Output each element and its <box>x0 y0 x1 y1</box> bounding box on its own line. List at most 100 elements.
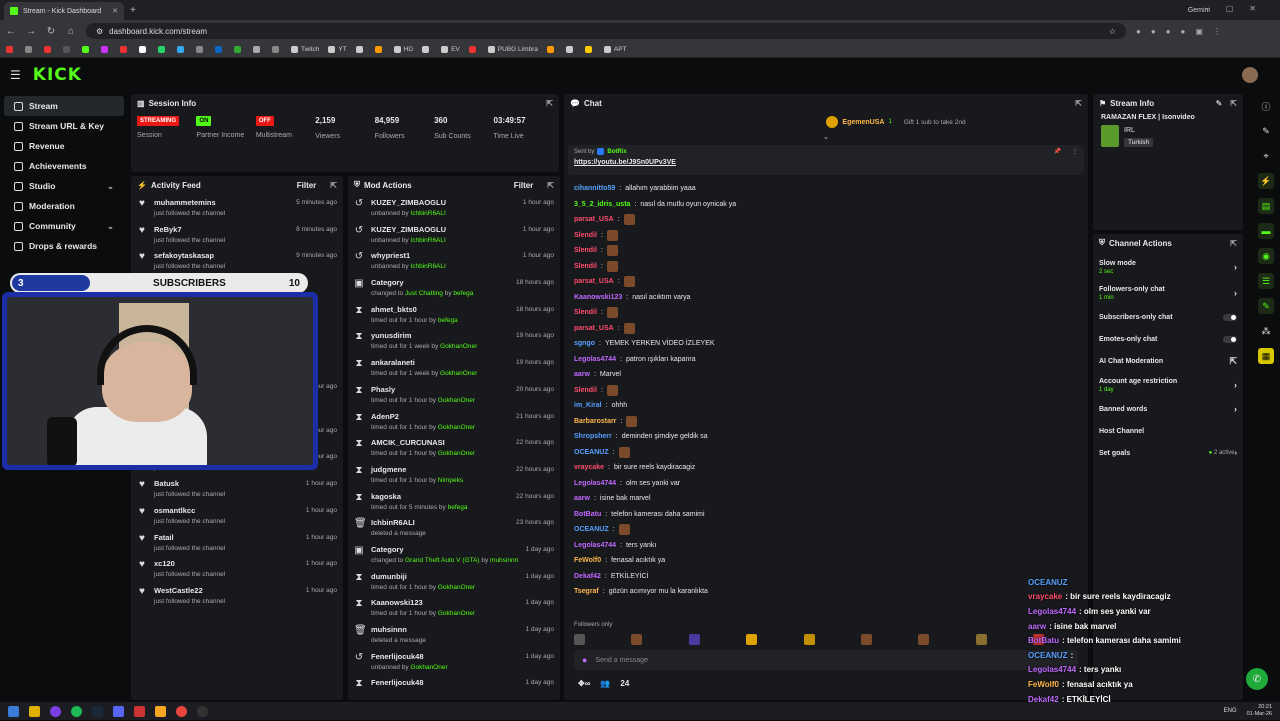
edit-icon[interactable]: ✎ <box>1216 99 1223 108</box>
list-item[interactable]: ⧗ AMCIK_CURCUNASI timed out for 1 hour by … <box>348 434 560 461</box>
chat-message[interactable]: Slendil: <box>564 243 1088 259</box>
browser-tab[interactable]: Stream - Kick Dashboard ✕ <box>4 2 124 20</box>
chevron-right-icon[interactable]: › <box>1234 262 1237 272</box>
list-item[interactable]: ⧗ yunusdirim timed out for 1 week by Gokha… <box>348 327 560 354</box>
message-input[interactable]: ● Send a message <box>574 650 1078 670</box>
channel-action-item[interactable]: Set goals ● 2 active › <box>1093 442 1243 464</box>
sidebar-item-stream[interactable]: Stream <box>4 96 124 116</box>
home-icon[interactable]: ⌂ <box>66 26 76 37</box>
list-item[interactable]: ⧗ dumunbiji timed out for 1 hour by Gokhan… <box>348 568 560 595</box>
app-icon[interactable] <box>50 705 61 717</box>
popout-icon[interactable]: ⇱ <box>1230 99 1237 108</box>
list-item[interactable]: ⧗ kagoska timed out for 5 minutes by befeg… <box>348 488 560 515</box>
filter-button[interactable]: Filter <box>514 181 534 190</box>
list-item[interactable]: ↺ KUZEY_ZIMBAOGLU unbanned by IchbinR6ALI 1… <box>348 194 560 221</box>
list-item[interactable]: ⧗ Phasly timed out for 1 hour by GokhanOne… <box>348 381 560 408</box>
list-item[interactable]: ▣ Category changed to Grand Theft Auto V (… <box>348 541 560 568</box>
grid-icon[interactable]: ▦ <box>1258 348 1274 364</box>
chat-username[interactable]: im_Kiral <box>574 402 602 409</box>
record-icon[interactable] <box>134 705 145 717</box>
bookmark-item[interactable] <box>253 46 263 53</box>
wrench-icon[interactable]: ✎ <box>1258 298 1274 314</box>
chat-username[interactable]: parsat_USA <box>574 325 614 332</box>
list-item[interactable]: ⧗ ankaralaneti timed out for 1 week by Gok… <box>348 354 560 381</box>
chat-username[interactable]: Tsegraf <box>574 588 599 595</box>
chat-message[interactable]: 3_5_2_idris_usta: nasıl da mutlu oyun oyn… <box>564 197 1088 213</box>
bookmark-item[interactable] <box>82 46 92 53</box>
language-indicator[interactable]: ENG <box>1224 708 1237 714</box>
chat-username[interactable]: sgngo <box>574 340 595 347</box>
bookmark-item[interactable] <box>272 46 282 53</box>
chat-username[interactable]: aarw <box>574 371 590 378</box>
channel-action-item[interactable]: AI Chat Moderation ⇱ <box>1093 350 1243 372</box>
list-item[interactable]: 🗑 IchbinR6ALI deleted a message 23 hours ag… <box>348 514 560 541</box>
more-icon[interactable]: ⋮ <box>1072 148 1078 155</box>
sidebar-item-revenue[interactable]: Revenue <box>4 136 124 156</box>
chat-bubble-icon[interactable]: ▬ <box>1258 223 1274 239</box>
chat-message[interactable]: OCEANUZ: <box>564 445 1088 461</box>
bookmark-item[interactable] <box>44 46 54 53</box>
chat-username[interactable]: Kaanowski123 <box>574 294 622 301</box>
bookmark-item[interactable] <box>584 46 595 53</box>
chat-username[interactable]: FeWolf0 <box>574 557 601 564</box>
close-tab-icon[interactable]: ✕ <box>112 7 118 15</box>
discord-icon[interactable] <box>113 705 124 717</box>
list-item[interactable]: ⧗ Kaanowski123 timed out for 1 hour by Gok… <box>348 594 560 621</box>
filter-button[interactable]: Filter <box>297 181 317 190</box>
list-item[interactable]: ♥ Fatail just followed the channel 1 hour a… <box>131 529 343 556</box>
bookmark-item[interactable] <box>355 46 366 53</box>
chat-username[interactable]: OCEANUZ <box>574 449 609 456</box>
chat-message[interactable]: Slendil: <box>564 383 1088 399</box>
site-info-icon[interactable]: ⚙ <box>96 27 103 36</box>
target-icon[interactable]: ⌖ <box>1258 148 1274 164</box>
bookmark-item[interactable] <box>565 46 576 53</box>
bookmark-item[interactable] <box>101 46 111 53</box>
chat-username[interactable]: 3_5_2_idris_usta <box>574 201 630 208</box>
chat-username[interactable]: aarw <box>574 495 590 502</box>
channel-action-item[interactable]: Account age restriction 1 day › <box>1093 372 1243 398</box>
obs-icon[interactable] <box>197 705 208 717</box>
popout-icon[interactable]: ⇱ <box>1075 99 1082 108</box>
chat-username[interactable]: Slendil <box>574 309 597 316</box>
bookmark-item[interactable] <box>177 46 187 53</box>
chevron-right-icon[interactable]: › <box>1235 450 1237 457</box>
bookmark-item[interactable] <box>63 46 73 53</box>
toggle-switch[interactable] <box>1223 335 1237 343</box>
spotify-icon[interactable] <box>71 705 82 717</box>
chat-username[interactable]: OCEANUZ <box>574 526 609 533</box>
bookmark-item[interactable] <box>139 46 149 53</box>
chat-message[interactable]: aarw: Marvel <box>564 367 1088 383</box>
bookmark-item[interactable] <box>6 46 16 53</box>
broadcast-icon[interactable]: ◉ <box>1258 248 1274 264</box>
chat-message[interactable]: cihannitto59: allahım yarabbim yaaa <box>564 181 1088 197</box>
info-icon[interactable]: ⓘ <box>1258 98 1274 114</box>
bookmark-item[interactable] <box>25 46 35 53</box>
chat-message[interactable]: parsat_USA: <box>564 212 1088 228</box>
list-item[interactable]: ♥ WestCastle22 just followed the channel 1 … <box>131 582 343 609</box>
sidebar-item-moderation[interactable]: Moderation <box>4 196 124 216</box>
list-item[interactable]: ⧗ judgmene timed out for 1 hour by Nimpeks… <box>348 461 560 488</box>
list-item[interactable]: ♥ Batusk just followed the channel 1 hour a… <box>131 475 343 502</box>
chat-username[interactable]: Legolas4744 <box>574 480 616 487</box>
popout-icon[interactable]: ⇱ <box>547 181 554 190</box>
emote-icon[interactable]: ● <box>582 655 587 665</box>
chat-username[interactable]: Dekaf42 <box>574 573 601 580</box>
channel-action-item[interactable]: Banned words › <box>1093 398 1243 420</box>
chat-username[interactable]: parsat_USA <box>574 278 614 285</box>
list-item[interactable]: ↺ Fenerlijocuk48 unbanned by GokhanOner 1 d… <box>348 648 560 675</box>
chat-message[interactable]: Slendil: <box>564 305 1088 321</box>
list-item[interactable]: ♥ ReByk7 just followed the channel 8 minute… <box>131 221 343 248</box>
chat-message[interactable]: FeWolf0: fenasal acıktık ya <box>564 553 1088 569</box>
chat-message[interactable]: Barbarostarr: <box>564 414 1088 430</box>
chat-username[interactable]: Slendil <box>574 387 597 394</box>
kick-logo[interactable]: KICK <box>33 65 82 85</box>
emote-strip[interactable] <box>574 634 1044 646</box>
chat-message[interactable]: parsat_USA: <box>564 274 1088 290</box>
chat-username[interactable]: vraycake <box>574 464 604 471</box>
chat-message[interactable]: aarw: isine bak marvel <box>564 491 1088 507</box>
chat-message[interactable]: Legolas4744: patron ışıkları kapanra <box>564 352 1088 368</box>
bookmark-item[interactable]: Twitch <box>291 46 319 53</box>
chat-username[interactable]: Slendil <box>574 247 597 254</box>
channel-action-item[interactable]: Slow mode 2 sec › <box>1093 254 1243 280</box>
back-icon[interactable]: ← <box>6 26 16 37</box>
